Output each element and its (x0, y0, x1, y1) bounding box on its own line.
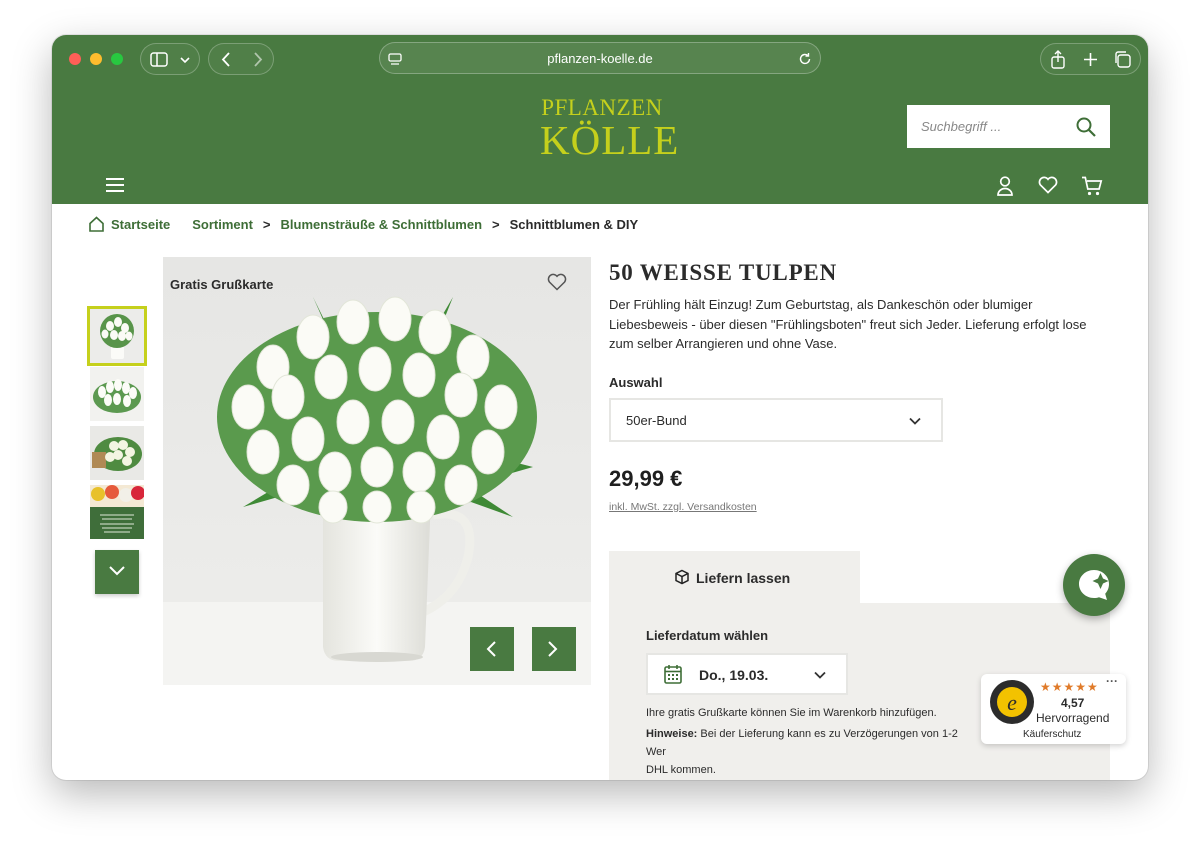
chat-button[interactable] (1063, 554, 1125, 616)
tab-delivery[interactable]: Liefern lassen (609, 551, 860, 605)
browser-toolbar: pflanzen-koelle.de (52, 35, 1148, 85)
toolbar-actions (1040, 43, 1141, 75)
breadcrumb-current: Schnittblumen & DIY (509, 216, 639, 232)
rating-score: 4,57 (1061, 696, 1085, 710)
forward-icon[interactable] (253, 52, 263, 67)
thumbnail-2[interactable] (90, 367, 144, 421)
product-price: 29,99 € (609, 466, 683, 491)
share-icon[interactable] (1050, 50, 1066, 69)
breadcrumb-separator: > (262, 216, 271, 232)
trusted-shops-seal-icon: e (990, 680, 1034, 724)
delivery-date-select[interactable]: Do., 19.03. (646, 653, 848, 695)
delivery-hint-text-line2: DHL kommen. (646, 764, 716, 776)
chevron-left-icon (486, 641, 496, 657)
menu-icon[interactable] (106, 178, 124, 192)
chevron-down-icon (909, 417, 921, 425)
variant-selected-value: 50er-Bund (626, 413, 687, 428)
svg-text:e: e (1007, 690, 1017, 715)
sidebar-toggle-button[interactable] (140, 43, 200, 75)
browser-window: pflanzen-koelle.de PFLANZEN KÖLLE Suchbe… (52, 35, 1148, 780)
address-bar[interactable]: pflanzen-koelle.de (379, 42, 821, 74)
heart-icon[interactable] (547, 273, 567, 291)
logo-line-2: KÖLLE (540, 117, 680, 163)
delivery-date-value: Do., 19.03. (699, 667, 769, 683)
product-description: Der Frühling hält Einzug! Zum Geburtstag… (609, 297, 1087, 351)
rating-stars: ★★★★★ (1040, 680, 1099, 694)
product-title: 50 WEISSE TULPEN (609, 260, 837, 285)
breadcrumb-category[interactable]: Blumensträuße & Schnittblumen (281, 217, 483, 232)
greeting-card-note: Ihre gratis Grußkarte können Sie im Ware… (646, 707, 937, 719)
breadcrumb-sortiment[interactable]: Sortiment (192, 217, 253, 232)
sidebar-icon (150, 52, 168, 67)
delivery-hint-label: Hinweise: (646, 728, 698, 740)
chevron-down-icon (109, 566, 125, 576)
account-icon[interactable] (997, 176, 1013, 196)
tab-delivery-label: Liefern lassen (696, 570, 791, 586)
chat-bubble-icon (1079, 570, 1109, 600)
image-prev-button[interactable] (470, 627, 514, 671)
minimize-window-button[interactable] (90, 53, 102, 65)
variant-select[interactable]: 50er-Bund (609, 398, 943, 442)
close-window-button[interactable] (69, 53, 81, 65)
search-placeholder: Suchbegriff ... (921, 119, 1002, 134)
trusted-shops-badge[interactable]: e ··· ★★★★★ 4,57 Hervorragend Käuferschu… (981, 674, 1126, 744)
image-next-button[interactable] (532, 627, 576, 671)
thumbnails-next-button[interactable] (95, 550, 139, 594)
greeting-card-badge: Gratis Grußkarte (170, 277, 274, 292)
home-icon[interactable] (88, 216, 105, 232)
site-header: PFLANZEN KÖLLE Suchbegriff ... (52, 85, 1148, 204)
breadcrumb-separator: > (492, 216, 500, 232)
history-nav (208, 43, 274, 75)
cart-icon[interactable] (1081, 176, 1103, 196)
chevron-right-icon (548, 641, 558, 657)
more-options-icon[interactable]: ··· (1106, 674, 1118, 688)
zoom-window-button[interactable] (111, 53, 123, 65)
back-icon[interactable] (221, 52, 231, 67)
wishlist-icon[interactable] (1038, 176, 1058, 194)
white-tulips-in-pitcher-image (163, 257, 591, 685)
shipping-cost-link[interactable]: inkl. MwSt. zzgl. Versandkosten (609, 501, 757, 513)
thumbnail-1[interactable] (87, 306, 147, 366)
url-text: pflanzen-koelle.de (547, 51, 653, 66)
site-logo[interactable]: PFLANZEN KÖLLE (540, 96, 680, 163)
product-main-image[interactable]: Gratis Grußkarte (163, 257, 591, 685)
delivery-date-label: Lieferdatum wählen (646, 628, 769, 643)
chevron-down-icon (814, 671, 826, 679)
breadcrumb: Startseite Sortiment > Blumensträuße & S… (88, 214, 638, 234)
rating-word: Hervorragend (1036, 711, 1110, 725)
search-icon[interactable] (1076, 117, 1096, 137)
delivery-hint: Hinweise: Bei der Lieferung kann es zu V… (646, 725, 980, 779)
greeting-card-thumbnail (90, 485, 144, 539)
tulip-bouquet-thumbnail (90, 309, 144, 363)
tulip-bundle-thumbnail (90, 426, 144, 480)
search-input[interactable]: Suchbegriff ... (907, 105, 1110, 148)
tulip-bouquet-flat-thumbnail (90, 367, 144, 421)
tab-overview-icon[interactable] (1114, 51, 1131, 68)
reload-icon[interactable] (798, 52, 812, 66)
variant-label: Auswahl (609, 375, 663, 390)
new-tab-icon[interactable] (1083, 52, 1098, 67)
chevron-down-icon (180, 57, 190, 64)
thumbnail-3[interactable] (90, 426, 144, 480)
buyer-protection-label: Käuferschutz (1023, 729, 1082, 740)
thumbnail-4[interactable] (90, 485, 144, 539)
package-icon (675, 569, 689, 585)
calendar-icon (664, 665, 682, 684)
breadcrumb-home[interactable]: Startseite (111, 217, 170, 232)
